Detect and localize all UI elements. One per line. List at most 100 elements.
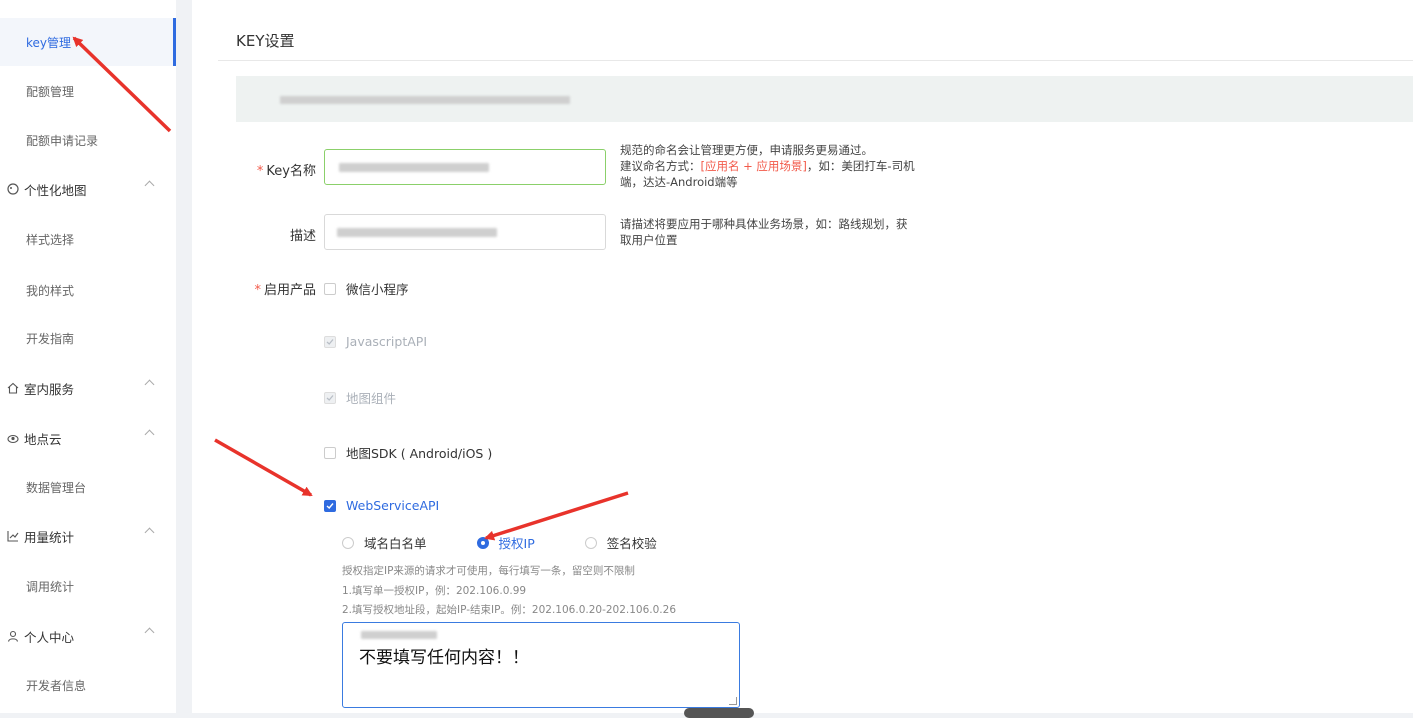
radio-domain-whitelist[interactable]: 域名白名单 xyxy=(342,533,427,552)
radio-label: 授权IP xyxy=(498,536,535,551)
product-option-webservice-api[interactable]: WebServiceAPI xyxy=(324,498,439,513)
option-label: 地图组件 xyxy=(346,391,397,406)
required-mark: * xyxy=(254,283,261,298)
key-name-label: * Key名称 xyxy=(216,160,316,179)
sidebar-item-label: key管理 xyxy=(26,35,72,50)
sidebar-item-label: 我的样式 xyxy=(26,283,75,298)
checkbox[interactable] xyxy=(324,282,336,295)
redacted-value xyxy=(339,163,489,172)
sidebar-group-personal-center[interactable]: 个人中心 xyxy=(0,612,176,660)
sidebar-item-dev-guide[interactable]: 开发指南 xyxy=(0,314,176,362)
authorized-ip-textarea[interactable]: 不要填写任何内容！！ xyxy=(342,622,740,708)
floating-pill xyxy=(684,708,754,718)
chevron-up-icon xyxy=(144,379,155,390)
required-mark: * xyxy=(256,164,264,179)
radio-button[interactable] xyxy=(342,536,354,549)
sidebar-group-label: 地点云 xyxy=(24,431,62,447)
hint-line: 请描述将要应用于哪种具体业务场景，如：路线规划，获 xyxy=(620,217,908,231)
resize-handle[interactable] xyxy=(729,697,737,705)
sidebar-item-data-console[interactable]: 数据管理台 xyxy=(0,463,176,511)
sidebar-group-label: 用量统计 xyxy=(24,529,75,545)
products-label-text: 启用产品 xyxy=(263,283,316,298)
redacted-value xyxy=(337,228,497,237)
chevron-up-icon xyxy=(144,429,155,440)
hint-line: 建议命名方式：[应用名 + 应用场景]，如：美团打车-司机 xyxy=(620,158,915,174)
sidebar: key管理 配额管理 配额申请记录 个性化地图 样式选择 我的样式 开发指南 室… xyxy=(0,0,176,713)
help-text: 授权指定IP来源的请求才可使用，每行填写一条，留空则不限制 xyxy=(342,565,635,577)
sidebar-group-place-cloud[interactable]: 地点云 xyxy=(0,414,176,462)
key-name-label-text: Key名称 xyxy=(266,164,316,179)
sidebar-group-label: 个人中心 xyxy=(24,629,75,645)
sidebar-item-my-styles[interactable]: 我的样式 xyxy=(0,266,176,314)
main-panel: KEY设置 * Key名称 规范的命名会让管理更方便，申请服务更易通过。 建议命名… xyxy=(192,0,1413,718)
product-option-wechat[interactable]: 微信小程序 xyxy=(324,279,409,298)
annotation-note: 不要填写任何内容！！ xyxy=(359,648,529,668)
chevron-up-icon xyxy=(144,527,155,538)
product-option-map-sdk[interactable]: 地图SDK ( Android/iOS ) xyxy=(324,443,492,462)
sidebar-group-custom-map[interactable]: 个性化地图 xyxy=(0,165,176,213)
sidebar-item-label: 开发指南 xyxy=(26,331,75,346)
check-icon xyxy=(326,338,334,345)
hint-text: 建议命名方式： xyxy=(620,159,701,173)
sidebar-item-key-management[interactable]: key管理 xyxy=(0,18,176,66)
sidebar-group-usage-stats[interactable]: 用量统计 xyxy=(0,512,176,560)
checkbox[interactable] xyxy=(324,446,336,459)
option-label: WebServiceAPI xyxy=(346,498,440,513)
sidebar-item-label: 样式选择 xyxy=(26,232,75,247)
key-name-input[interactable] xyxy=(324,149,606,185)
home-icon xyxy=(6,381,20,395)
sidebar-item-label: 配额管理 xyxy=(26,84,75,99)
option-label: 微信小程序 xyxy=(346,282,409,297)
sidebar-item-label: 开发者信息 xyxy=(26,678,87,693)
hint-text: ，如：美团打车-司机 xyxy=(806,159,915,173)
radio-button[interactable] xyxy=(476,536,489,549)
key-name-hint: 规范的命名会让管理更方便，申请服务更易通过。 建议命名方式：[应用名 + 应用场… xyxy=(620,142,915,190)
description-input[interactable] xyxy=(324,214,606,250)
sidebar-item-label: 数据管理台 xyxy=(26,480,87,495)
check-icon xyxy=(326,502,334,509)
sidebar-item-label: 调用统计 xyxy=(26,579,75,594)
sidebar-item-quota-management[interactable]: 配额管理 xyxy=(0,67,176,115)
checkbox xyxy=(324,335,336,348)
sidebar-item-call-stats[interactable]: 调用统计 xyxy=(0,562,176,610)
product-option-map-component: 地图组件 xyxy=(324,388,396,407)
auth-method-radio-group: 域名白名单 授权IP 签名校验 xyxy=(342,533,707,552)
sidebar-group-indoor[interactable]: 室内服务 xyxy=(0,364,176,412)
sidebar-item-label: 配额申请记录 xyxy=(26,133,99,148)
paint-icon xyxy=(6,182,20,196)
sidebar-item-style-select[interactable]: 样式选择 xyxy=(0,215,176,263)
divider xyxy=(218,60,1413,61)
redacted-value xyxy=(361,631,437,639)
hint-line: 端，达达-Android端等 xyxy=(620,175,738,189)
sidebar-item-quota-records[interactable]: 配额申请记录 xyxy=(0,116,176,164)
redacted-text xyxy=(280,96,570,104)
notice-bar xyxy=(236,76,1413,122)
checkbox xyxy=(324,391,336,404)
chevron-up-icon xyxy=(144,627,155,638)
sidebar-group-label: 个性化地图 xyxy=(24,182,87,198)
hint-highlight: [应用名 + 应用场景] xyxy=(700,159,807,173)
cloud-icon xyxy=(6,431,20,445)
description-hint: 请描述将要应用于哪种具体业务场景，如：路线规划，获 取用户位置 xyxy=(620,216,908,248)
help-text: 2.填写授权地址段，起始IP-结束IP。例：202.106.0.20-202.1… xyxy=(342,604,676,616)
description-label: 描述 xyxy=(289,229,316,244)
user-icon xyxy=(6,629,20,643)
chevron-up-icon xyxy=(144,180,155,191)
help-text: 1.填写单一授权IP，例：202.106.0.99 xyxy=(342,585,527,597)
product-option-javascript-api: JavascriptAPI xyxy=(324,334,427,349)
radio-signature-check[interactable]: 签名校验 xyxy=(584,533,657,552)
products-label: * 启用产品 xyxy=(216,279,316,298)
check-icon xyxy=(326,394,334,401)
checkbox[interactable] xyxy=(324,499,336,512)
option-label: JavascriptAPI xyxy=(346,334,428,349)
radio-label: 域名白名单 xyxy=(364,536,427,551)
radio-button[interactable] xyxy=(584,536,597,549)
radio-authorized-ip[interactable]: 授权IP xyxy=(476,533,535,552)
sidebar-item-developer-info[interactable]: 开发者信息 xyxy=(0,661,176,709)
radio-label: 签名校验 xyxy=(606,536,657,551)
chart-icon xyxy=(6,529,20,543)
page-title: KEY设置 xyxy=(236,32,295,50)
sidebar-group-label: 室内服务 xyxy=(24,381,75,397)
layout-gutter xyxy=(176,0,192,713)
hint-line: 规范的命名会让管理更方便，申请服务更易通过。 xyxy=(620,143,873,157)
